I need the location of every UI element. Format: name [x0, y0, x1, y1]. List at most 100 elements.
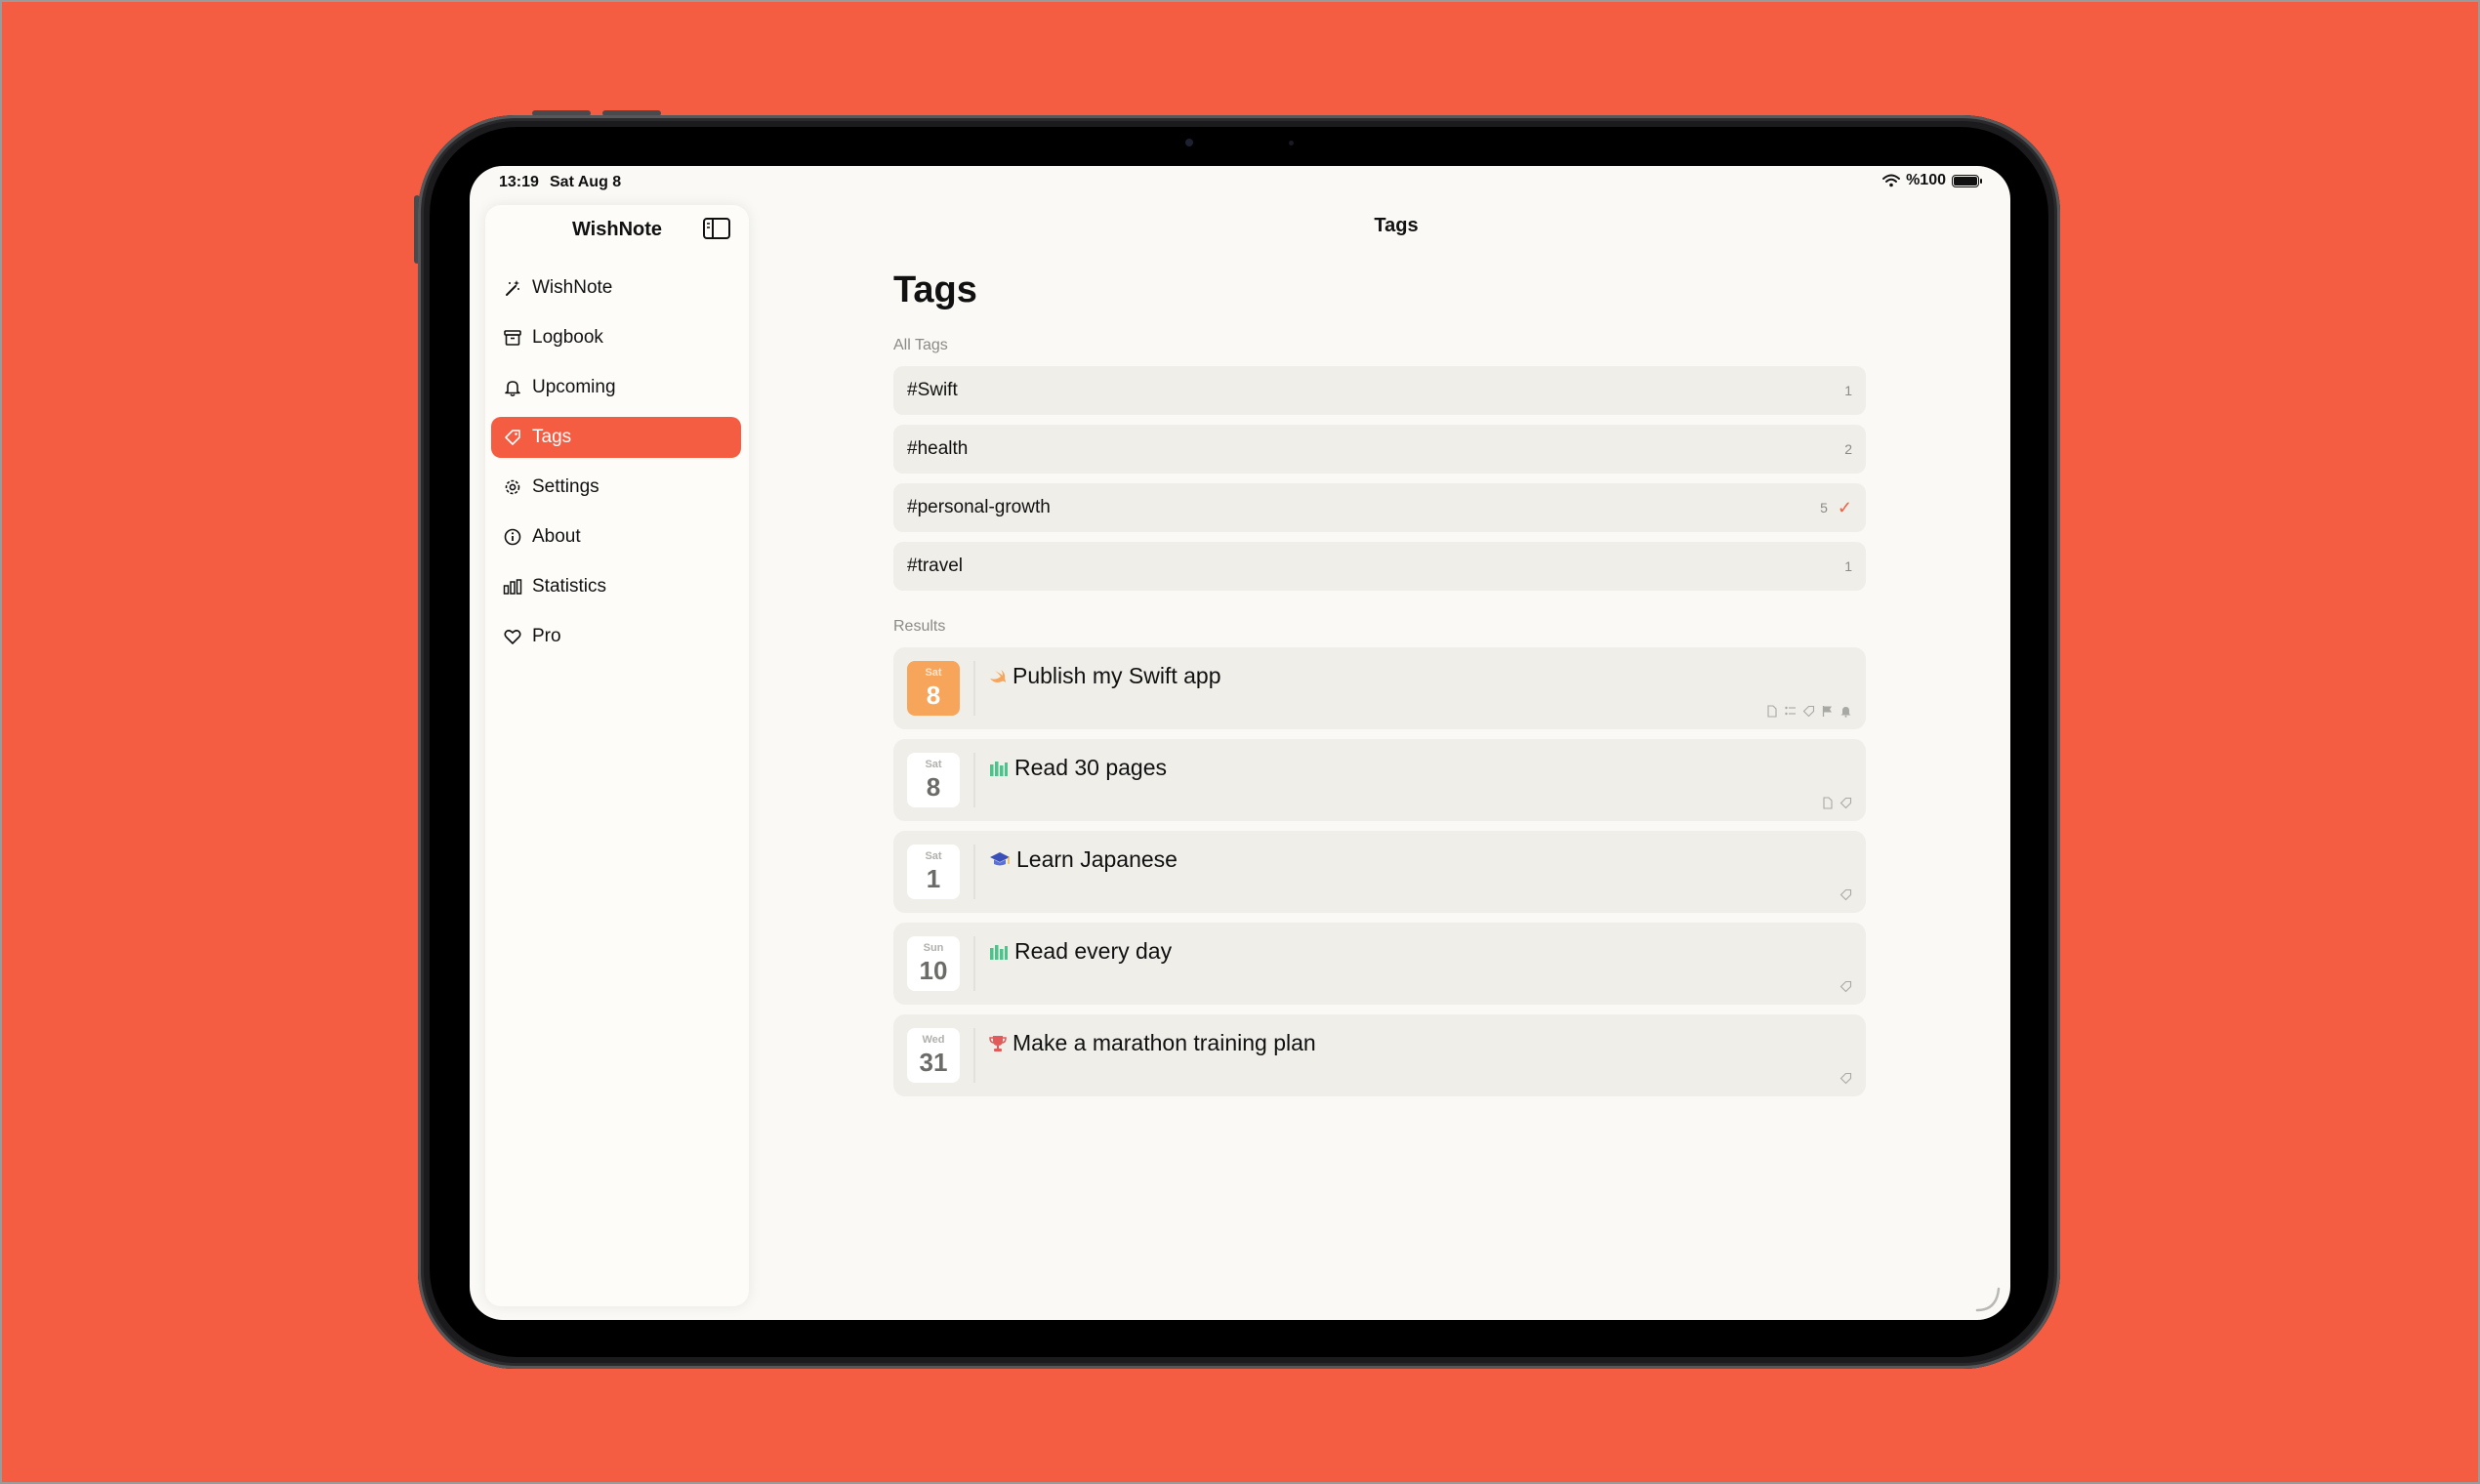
- result-icons: [1839, 888, 1852, 901]
- checklist-icon: [1785, 706, 1796, 716]
- resize-corner-icon: [1975, 1287, 2001, 1312]
- date-badge: Sat 8: [907, 661, 960, 716]
- date-day: 1: [926, 864, 941, 893]
- date-weekday: Wed: [922, 1034, 945, 1046]
- result-item[interactable]: Sat 8 Publish my Swift app: [893, 647, 1866, 729]
- result-title-text: Publish my Swift app: [1013, 663, 1221, 688]
- tag-row-health[interactable]: #health 2: [893, 425, 1866, 474]
- sensor-dot: [1289, 141, 1294, 145]
- tag-icon: [1839, 980, 1852, 993]
- result-title: Read 30 pages: [989, 755, 1167, 781]
- tag-row-personal-growth[interactable]: #personal-growth 5 ✓: [893, 483, 1866, 532]
- result-title: Make a marathon training plan: [989, 1030, 1316, 1056]
- result-item[interactable]: Wed 31 Make a marathon training plan: [893, 1014, 1866, 1096]
- status-right: %100: [1882, 172, 1982, 189]
- date-day: 8: [926, 680, 941, 710]
- gear-icon: [505, 479, 520, 495]
- result-title-text: Read 30 pages: [1014, 755, 1168, 780]
- sidebar-item-label: Settings: [532, 476, 599, 497]
- result-icons: [1839, 980, 1852, 993]
- magic-wand-icon: [506, 280, 519, 296]
- result-title: Publish my Swift app: [989, 663, 1220, 689]
- archive-box-icon: [504, 330, 521, 346]
- tag-row-travel[interactable]: #travel 1: [893, 542, 1866, 591]
- battery-icon: [1952, 174, 1982, 187]
- tag-icon: [1802, 705, 1815, 718]
- tag-name: #personal-growth: [907, 497, 1051, 517]
- chart-emoji-icon: [990, 761, 1008, 776]
- sidebar-item-about[interactable]: About: [491, 516, 741, 557]
- result-title-text: Learn Japanese: [1016, 846, 1178, 872]
- sidebar-item-label: Pro: [532, 626, 561, 646]
- divider: [973, 661, 975, 716]
- swift-bird-icon: [990, 669, 1006, 682]
- result-icons: [1839, 1072, 1852, 1085]
- result-title-text: Read every day: [1014, 938, 1173, 964]
- sidebar-item-statistics[interactable]: Statistics: [491, 566, 741, 607]
- checkmark-icon: ✓: [1837, 497, 1852, 517]
- info-icon: [504, 528, 521, 546]
- battery-percent: %100: [1906, 172, 1946, 188]
- tag-name: #health: [907, 438, 969, 459]
- status-date: Sat Aug 8: [550, 174, 622, 190]
- bar-chart-icon: [503, 579, 522, 595]
- tag-count: 1: [1844, 558, 1852, 574]
- date-badge: Sun 10: [907, 936, 960, 991]
- tag-icon: [505, 430, 520, 445]
- divider: [973, 936, 975, 991]
- all-tags-label: All Tags: [893, 337, 948, 353]
- result-item[interactable]: Sat 1 Learn Japanese: [893, 831, 1866, 913]
- sidebar: WishNote WishNote Logbook Upcoming Tags …: [485, 205, 749, 1306]
- tag-count: 5: [1820, 500, 1828, 515]
- sidebar-item-label: About: [532, 526, 581, 547]
- sidebar-item-tags[interactable]: Tags: [491, 417, 741, 458]
- tag-icon: [1839, 888, 1852, 901]
- sidebar-item-label: WishNote: [532, 277, 613, 298]
- date-weekday: Sat: [925, 667, 942, 679]
- sidebar-item-logbook[interactable]: Logbook: [491, 317, 741, 358]
- date-day: 31: [919, 1048, 948, 1077]
- tag-icon: [1839, 797, 1852, 809]
- date-day: 10: [919, 956, 948, 985]
- tag-row-swift[interactable]: #Swift 1: [893, 366, 1866, 415]
- wifi-icon: [1882, 174, 1901, 187]
- sidebar-nav: WishNote Logbook Upcoming Tags Settings …: [491, 268, 741, 666]
- main-content: Tags All Tags #Swift 1 #health 2 #person…: [893, 264, 1866, 1106]
- result-title: Learn Japanese: [989, 846, 1178, 873]
- divider: [973, 753, 975, 807]
- flag-icon: [1822, 706, 1832, 717]
- sidebar-item-settings[interactable]: Settings: [491, 467, 741, 508]
- bell-icon: [505, 381, 520, 397]
- page-title: Tags: [893, 269, 977, 310]
- status-bar: 13:19 Sat Aug 8 %100: [470, 166, 2010, 201]
- divider: [973, 1028, 975, 1083]
- date-weekday: Sun: [923, 942, 944, 954]
- chart-emoji-icon: [990, 944, 1008, 960]
- note-icon: [1767, 705, 1777, 718]
- divider: [973, 845, 975, 899]
- tag-icon: [1839, 1072, 1852, 1085]
- result-icons: [1821, 797, 1852, 809]
- date-badge: Wed 31: [907, 1028, 960, 1083]
- tag-name: #Swift: [907, 380, 958, 400]
- screen: 13:19 Sat Aug 8 %100 WishNote WishNote L…: [470, 166, 2010, 1320]
- navigation-title: Tags: [1374, 215, 1419, 236]
- result-item[interactable]: Sun 10 Read every day: [893, 923, 1866, 1005]
- sidebar-item-upcoming[interactable]: Upcoming: [491, 367, 741, 408]
- sidebar-item-wishnote[interactable]: WishNote: [491, 268, 741, 309]
- trophy-icon: [989, 1035, 1007, 1051]
- camera-icon: [1185, 139, 1193, 146]
- date-weekday: Sat: [925, 850, 942, 862]
- results-label: Results: [893, 618, 946, 635]
- heart-icon: [504, 630, 521, 644]
- result-item[interactable]: Sat 8 Read 30 pages: [893, 739, 1866, 821]
- tag-name: #travel: [907, 556, 964, 576]
- result-title: Read every day: [989, 938, 1172, 965]
- sidebar-item-label: Upcoming: [532, 377, 616, 397]
- sidebar-item-label: Logbook: [532, 327, 603, 348]
- graduation-cap-icon: [990, 851, 1010, 865]
- date-badge: Sat 8: [907, 753, 960, 807]
- bell-icon: [1840, 707, 1851, 718]
- sidebar-item-label: Tags: [532, 427, 572, 447]
- sidebar-item-pro[interactable]: Pro: [491, 616, 741, 657]
